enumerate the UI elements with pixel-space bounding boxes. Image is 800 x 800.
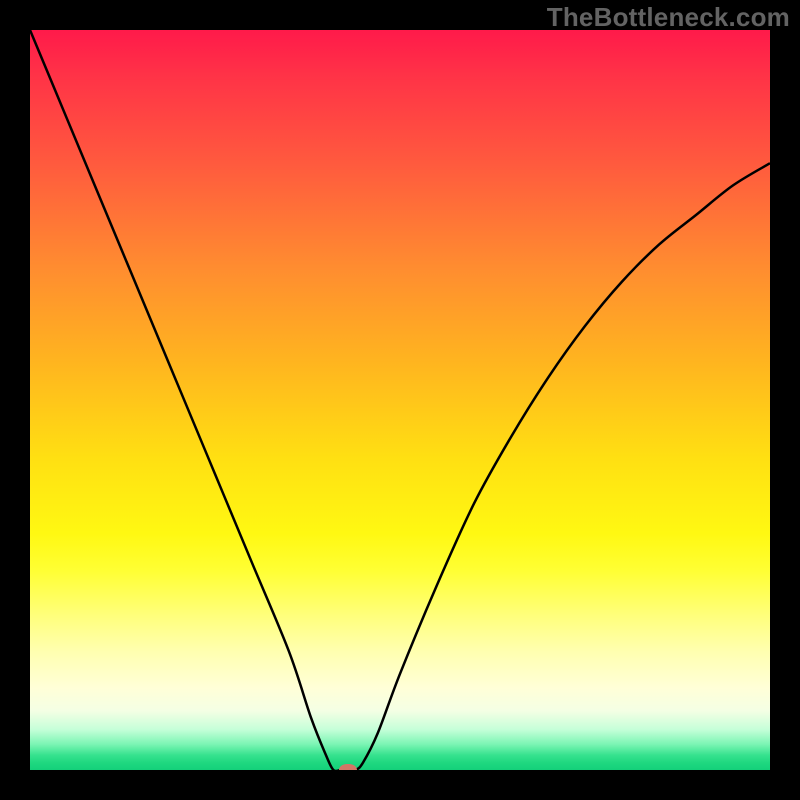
bottleneck-curve xyxy=(30,30,770,770)
optimum-marker xyxy=(339,764,357,770)
watermark-text: TheBottleneck.com xyxy=(547,2,790,33)
plot-area xyxy=(30,30,770,770)
curve-path xyxy=(30,30,770,770)
chart-frame: TheBottleneck.com xyxy=(0,0,800,800)
